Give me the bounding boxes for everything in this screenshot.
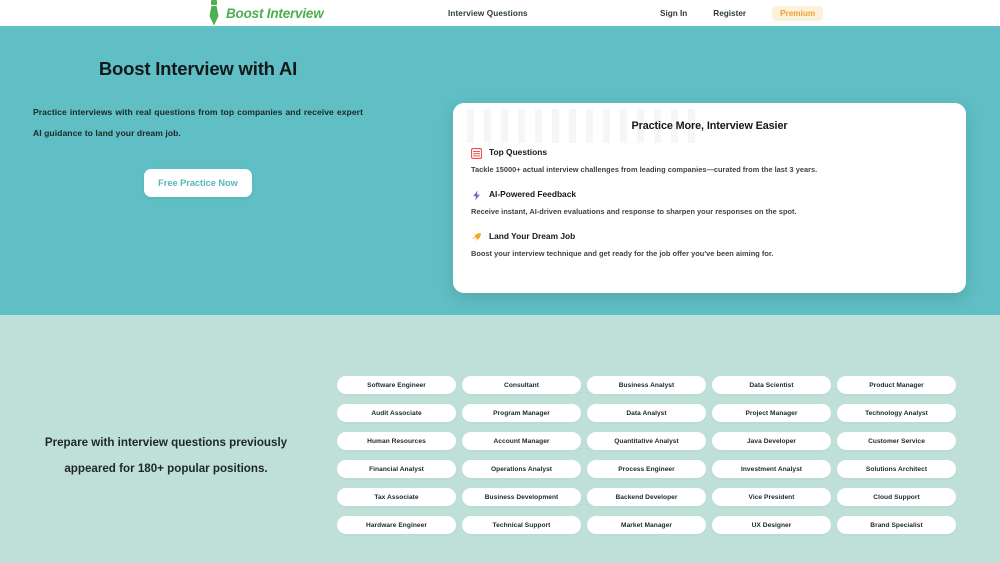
feature-description: Receive instant, AI-driven evaluations a… bbox=[471, 207, 797, 216]
rocket-icon bbox=[471, 230, 482, 242]
free-practice-now-button[interactable]: Free Practice Now bbox=[144, 169, 252, 198]
nav-link-interview-questions[interactable]: Interview Questions bbox=[448, 9, 528, 18]
position-chip[interactable]: Java Developer bbox=[712, 432, 831, 450]
position-chip[interactable]: Operations Analyst bbox=[462, 460, 581, 478]
position-chip[interactable]: Data Scientist bbox=[712, 376, 831, 394]
position-chip[interactable]: Process Engineer bbox=[587, 460, 706, 478]
position-chip[interactable]: Software Engineer bbox=[337, 376, 456, 394]
feature-title: Top Questions bbox=[489, 146, 548, 157]
position-chip[interactable]: Business Development bbox=[462, 488, 581, 506]
position-chip[interactable]: Customer Service bbox=[837, 432, 956, 450]
hero-cta-wrap: Free Practice Now bbox=[33, 169, 363, 198]
hero-subtitle: Practice interviews with real questions … bbox=[33, 107, 363, 138]
brand-logo[interactable]: Boost Interview bbox=[207, 0, 324, 27]
positions-heading-line-2: for 180+ popular positions. bbox=[119, 461, 268, 475]
feature-description: Boost your interview technique and get r… bbox=[471, 249, 774, 258]
necktie-icon bbox=[207, 0, 221, 26]
position-chip[interactable]: Quantitative Analyst bbox=[587, 432, 706, 450]
brand-name: Boost Interview bbox=[226, 5, 324, 21]
feature-item: Top Questions Tackle 15000+ actual inter… bbox=[470, 146, 948, 174]
hero-title: Boost Interview with AI bbox=[98, 58, 298, 79]
feature-header: Top Questions bbox=[470, 146, 948, 160]
hero-copy: Boost Interview with AI Practice intervi… bbox=[33, 58, 363, 198]
list-table-icon bbox=[470, 146, 483, 160]
position-chip[interactable]: Brand Specialist bbox=[837, 516, 956, 534]
feature-title: Land Your Dream Job bbox=[489, 230, 576, 241]
feature-item: AI-Powered Feedback Receive instant, AI-… bbox=[471, 188, 948, 217]
lightning-bolt-icon bbox=[471, 188, 482, 201]
position-chip[interactable]: Project Manager bbox=[712, 404, 831, 422]
feature-item: Land Your Dream Job Boost your interview… bbox=[471, 230, 948, 259]
hero-section: Boost Interview with AI Practice intervi… bbox=[0, 28, 1000, 315]
feature-card-title: Practice More, Interview Easier bbox=[631, 120, 788, 132]
position-chip[interactable]: UX Designer bbox=[712, 516, 831, 534]
position-chip[interactable]: Audit Associate bbox=[337, 404, 456, 422]
positions-section: Prepare with interview questions previou… bbox=[0, 315, 1000, 563]
position-chip[interactable]: Cloud Support bbox=[837, 488, 956, 506]
position-chip[interactable]: Human Resources bbox=[337, 432, 456, 450]
position-chip-grid: Software Engineer Consultant Business Anal… bbox=[337, 376, 956, 534]
position-chip[interactable]: Account Manager bbox=[462, 432, 581, 450]
position-chip[interactable]: Vice President bbox=[712, 488, 831, 506]
position-chip[interactable]: Solutions Architect bbox=[837, 460, 956, 478]
position-chip[interactable]: Technical Support bbox=[462, 516, 581, 534]
position-chip[interactable]: Data Analyst bbox=[587, 404, 706, 422]
feature-title: AI-Powered Feedback bbox=[489, 188, 577, 199]
position-chip[interactable]: Consultant bbox=[462, 376, 581, 394]
feature-description: Tackle 15000+ actual interview challenge… bbox=[471, 165, 818, 174]
feature-header: AI-Powered Feedback bbox=[471, 188, 948, 201]
position-chip[interactable]: Backend Developer bbox=[587, 488, 706, 506]
sign-in-link[interactable]: Sign In bbox=[660, 9, 687, 18]
position-chip[interactable]: Financial Analyst bbox=[337, 460, 456, 478]
premium-badge[interactable]: Premium bbox=[772, 5, 824, 21]
positions-heading: Prepare with interview questions previou… bbox=[26, 430, 306, 481]
position-chip[interactable]: Program Manager bbox=[462, 404, 581, 422]
site-header: Boost Interview Interview Questions Sign… bbox=[0, 0, 1000, 28]
position-chip[interactable]: Tax Associate bbox=[337, 488, 456, 506]
position-chip[interactable]: Investment Analyst bbox=[712, 460, 831, 478]
position-chip[interactable]: Market Manager bbox=[587, 516, 706, 534]
feature-header: Land Your Dream Job bbox=[471, 230, 948, 242]
position-chip[interactable]: Product Manager bbox=[837, 376, 956, 394]
nav-right-group: Sign In Register Premium bbox=[660, 5, 1000, 21]
position-chip[interactable]: Technology Analyst bbox=[837, 404, 956, 422]
position-chip[interactable]: Business Analyst bbox=[587, 376, 706, 394]
position-chip[interactable]: Hardware Engineer bbox=[337, 516, 456, 534]
register-link[interactable]: Register bbox=[713, 9, 746, 18]
feature-card: Practice More, Interview Easier Top Ques… bbox=[453, 103, 966, 293]
